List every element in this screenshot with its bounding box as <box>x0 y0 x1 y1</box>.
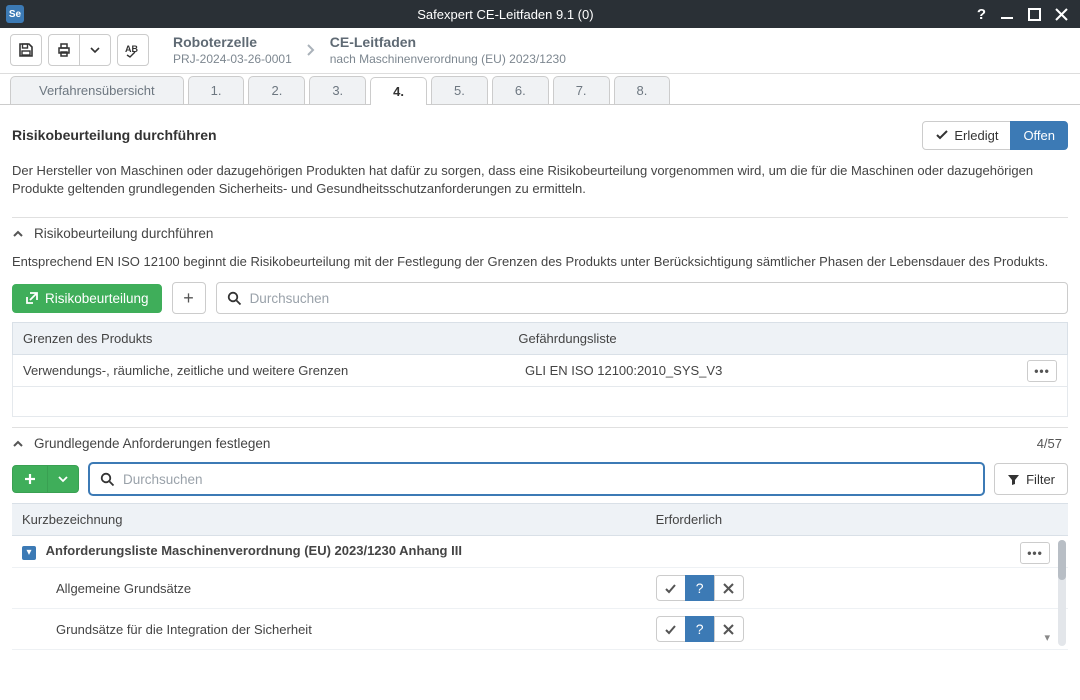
filter-button[interactable]: Filter <box>994 463 1068 495</box>
title-bar: Se Safexpert CE-Leitfaden 9.1 (0) ? <box>0 0 1080 28</box>
tab-step-5[interactable]: 5. <box>431 76 488 104</box>
open-risk-assessment-button[interactable]: Risikobeurteilung <box>12 284 162 313</box>
section-req-header[interactable]: Grundlegende Anforderungen festlegen 4/5… <box>12 427 1068 459</box>
required-toggle: ? <box>656 575 978 601</box>
close-icon[interactable] <box>1055 8 1068 21</box>
requirement-counter: 4/57 <box>1037 436 1068 451</box>
req-group-row[interactable]: ▾ Anforderungsliste Maschinenverordnung … <box>12 536 1068 568</box>
required-no-button[interactable] <box>714 616 744 642</box>
save-button[interactable] <box>10 34 42 66</box>
tab-step-6[interactable]: 6. <box>492 76 549 104</box>
search-icon <box>100 472 115 487</box>
search-icon <box>227 291 242 306</box>
add-risk-button[interactable]: + <box>172 282 206 314</box>
maximize-icon[interactable] <box>1028 8 1041 21</box>
required-yes-button[interactable] <box>656 575 686 601</box>
page-title: Risikobeurteilung durchführen <box>12 127 217 143</box>
step-tabs: Verfahrensübersicht 1. 2. 3. 4. 5. 6. 7.… <box>0 76 1080 105</box>
required-unknown-button[interactable]: ? <box>685 575 715 601</box>
app-icon: Se <box>6 5 24 23</box>
breadcrumb: Roboterzelle PRJ-2024-03-26-0001 CE-Leit… <box>173 34 566 67</box>
svg-text:AB: AB <box>125 44 138 54</box>
add-requirement-split-button <box>12 465 79 493</box>
status-done-button[interactable]: Erledigt <box>922 121 1011 150</box>
status-toggle: Erledigt Offen <box>922 121 1068 150</box>
section-risk-header[interactable]: Risikobeurteilung durchführen <box>12 217 1068 249</box>
req-row[interactable]: Allgemeine Grundsätze ? <box>12 568 1068 609</box>
breadcrumb-guide[interactable]: CE-Leitfaden nach Maschinenverordnung (E… <box>330 34 566 67</box>
chevron-down-icon[interactable]: ▾ <box>1044 631 1050 644</box>
req-grid-header: Kurzbezeichnung Erforderlich <box>12 503 1068 536</box>
search-requirements-input[interactable] <box>123 472 973 487</box>
required-yes-button[interactable] <box>656 616 686 642</box>
tab-overview[interactable]: Verfahrensübersicht <box>10 76 184 104</box>
tab-step-1[interactable]: 1. <box>188 76 245 104</box>
collapse-icon[interactable]: ▾ <box>22 546 36 560</box>
content-area: Risikobeurteilung durchführen Erledigt O… <box>0 105 1080 700</box>
required-no-button[interactable] <box>714 575 744 601</box>
scrollbar[interactable] <box>1058 540 1066 646</box>
risk-grid-row[interactable]: Verwendungs-, räumliche, zeitliche und w… <box>12 355 1068 387</box>
chevron-up-icon[interactable] <box>12 228 24 240</box>
add-requirement-button[interactable] <box>12 465 48 493</box>
print-dropdown-button[interactable] <box>79 34 111 66</box>
tab-step-3[interactable]: 3. <box>309 76 366 104</box>
intro-text: Der Hersteller von Maschinen oder dazuge… <box>12 162 1068 200</box>
chevron-right-icon <box>306 43 316 57</box>
tab-step-8[interactable]: 8. <box>614 76 671 104</box>
search-risk[interactable] <box>216 282 1068 314</box>
req-row[interactable]: Grundsätze für die Integration der Siche… <box>12 609 1068 650</box>
breadcrumb-project[interactable]: Roboterzelle PRJ-2024-03-26-0001 <box>173 34 292 67</box>
required-unknown-button[interactable]: ? <box>685 616 715 642</box>
status-open-button[interactable]: Offen <box>1010 121 1068 150</box>
risk-grid-header: Grenzen des Produkts Gefährdungsliste <box>12 322 1068 355</box>
minimize-icon[interactable] <box>1000 7 1014 21</box>
required-toggle: ? <box>656 616 978 642</box>
print-button[interactable] <box>48 34 80 66</box>
row-actions-button[interactable]: ••• <box>1027 360 1057 382</box>
section-risk-desc: Entsprechend EN ISO 12100 beginnt die Ri… <box>12 253 1068 272</box>
search-risk-input[interactable] <box>250 291 1057 306</box>
tab-step-4[interactable]: 4. <box>370 77 427 105</box>
group-actions-button[interactable]: ••• <box>1020 542 1050 564</box>
search-requirements[interactable] <box>89 463 984 495</box>
chevron-up-icon[interactable] <box>12 438 24 450</box>
add-requirement-dropdown[interactable] <box>47 465 79 493</box>
tab-step-7[interactable]: 7. <box>553 76 610 104</box>
window-title: Safexpert CE-Leitfaden 9.1 (0) <box>34 7 977 22</box>
main-toolbar: AB Roboterzelle PRJ-2024-03-26-0001 CE-L… <box>0 28 1080 74</box>
help-icon[interactable]: ? <box>977 6 986 23</box>
spellcheck-button[interactable]: AB <box>117 34 149 66</box>
tab-step-2[interactable]: 2. <box>248 76 305 104</box>
